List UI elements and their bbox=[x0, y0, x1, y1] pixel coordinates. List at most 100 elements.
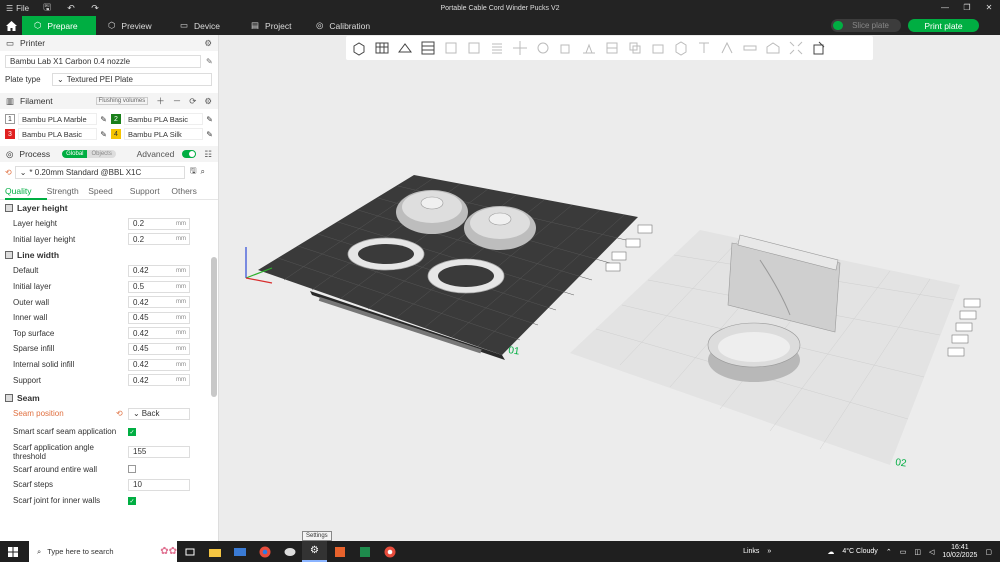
mesh-boolean-icon[interactable] bbox=[624, 38, 646, 58]
undo-icon[interactable]: ↶ bbox=[64, 2, 78, 14]
top-surface-input[interactable]: 0.42 mm bbox=[128, 327, 190, 340]
restore-icon[interactable]: ❐ bbox=[956, 0, 978, 16]
edit-filament-icon[interactable]: ✎ bbox=[100, 130, 107, 139]
filament-slot-4[interactable]: 4 Bambu PLA Silk ✎ bbox=[111, 128, 213, 140]
office-icon[interactable] bbox=[327, 541, 352, 562]
add-filament-icon[interactable]: ＋ bbox=[156, 95, 165, 107]
reset-seam-icon[interactable]: ⟲ bbox=[116, 409, 128, 418]
edit-printer-icon[interactable]: ✎ bbox=[206, 57, 213, 66]
settings-app-icon[interactable]: ⚙ bbox=[302, 541, 327, 562]
tab-support[interactable]: Support bbox=[130, 186, 172, 196]
process-list-icon[interactable]: ☷ bbox=[204, 149, 212, 160]
bambu-studio-icon[interactable] bbox=[277, 541, 302, 562]
internal-solid-infill-input[interactable]: 0.42 mm bbox=[128, 358, 190, 371]
winder-ring-1[interactable] bbox=[347, 237, 425, 271]
seam-paint-icon[interactable] bbox=[670, 38, 692, 58]
edit-filament-icon[interactable]: ✎ bbox=[206, 130, 213, 139]
flushing-volumes-button[interactable]: Flushing volumes bbox=[95, 97, 149, 105]
plate-01-lock-icon[interactable] bbox=[605, 262, 621, 272]
task-view-icon[interactable] bbox=[177, 541, 202, 562]
chevron-up-icon[interactable]: ⌃ bbox=[886, 548, 892, 556]
default-width-input[interactable]: 0.42 mm bbox=[128, 264, 190, 277]
winder-puck-2[interactable] bbox=[464, 206, 536, 250]
view-settings-icon[interactable] bbox=[808, 38, 830, 58]
redo-icon[interactable]: ↷ bbox=[88, 2, 102, 14]
global-toggle[interactable]: Global bbox=[62, 150, 88, 158]
taskbar-search[interactable]: ⌕ Type here to search ✿✿ bbox=[29, 541, 177, 562]
plate-02-close-icon[interactable] bbox=[963, 298, 981, 308]
plate-01-close-icon[interactable] bbox=[637, 224, 653, 234]
chrome-icon[interactable] bbox=[252, 541, 277, 562]
close-icon[interactable]: ✕ bbox=[978, 0, 1000, 16]
tab-others[interactable]: Others bbox=[171, 186, 213, 196]
tab-strength[interactable]: Strength bbox=[47, 186, 89, 196]
move-icon[interactable] bbox=[509, 38, 531, 58]
split-objects-icon[interactable] bbox=[440, 38, 462, 58]
support-paint-icon[interactable] bbox=[647, 38, 669, 58]
tab-project[interactable]: ▤ Project bbox=[239, 16, 304, 35]
initial-layer-width-input[interactable]: 0.5 mm bbox=[128, 280, 190, 293]
battery-icon[interactable]: ▭ bbox=[900, 548, 907, 556]
auto-orient-icon[interactable] bbox=[394, 38, 416, 58]
add-object-icon[interactable] bbox=[348, 38, 370, 58]
smart-scarf-checkbox[interactable]: ✓ bbox=[128, 427, 136, 436]
process-preset-select[interactable]: ⌄ * 0.20mm Standard @BBL X1C bbox=[14, 165, 185, 179]
plate-01-arrange-icon[interactable] bbox=[625, 238, 641, 248]
plate-02-orient-icon[interactable] bbox=[955, 322, 973, 332]
tab-preview[interactable]: ⬡ Preview bbox=[96, 16, 168, 35]
seam-position-select[interactable]: ⌄ Back bbox=[128, 407, 190, 420]
notification-icon[interactable]: ▢ bbox=[985, 548, 992, 556]
printer-select[interactable]: Bambu Lab X1 Carbon 0.4 nozzle bbox=[5, 54, 201, 68]
sync-filament-icon[interactable]: ⟳ bbox=[189, 96, 196, 107]
clock[interactable]: 16:41 10/02/2025 bbox=[942, 544, 977, 560]
weather-text[interactable]: 4°C Cloudy bbox=[842, 548, 877, 555]
plate-02-settings-icon[interactable] bbox=[947, 347, 965, 357]
chrome-profile-icon[interactable] bbox=[377, 541, 402, 562]
save-icon[interactable]: 🖫 bbox=[40, 2, 54, 14]
variable-layer-icon[interactable] bbox=[486, 38, 508, 58]
inner-wall-input[interactable]: 0.45 mm bbox=[128, 311, 190, 324]
support-width-input[interactable]: 0.42 mm bbox=[128, 374, 190, 387]
lay-on-face-icon[interactable] bbox=[578, 38, 600, 58]
chevron-right-icon[interactable]: » bbox=[767, 548, 771, 555]
save-preset-icon[interactable]: 🖫 bbox=[190, 165, 197, 179]
filament-slot-2[interactable]: 2 Bambu PLA Basic ✎ bbox=[111, 113, 213, 125]
filament-slot-1[interactable]: 1 Bambu PLA Marble ✎ bbox=[5, 113, 107, 125]
split-parts-icon[interactable] bbox=[463, 38, 485, 58]
scarf-steps-input[interactable]: 10 bbox=[128, 478, 190, 491]
volume-icon[interactable]: ◁ bbox=[929, 548, 934, 556]
printer-settings-icon[interactable]: ⚙ bbox=[204, 38, 212, 49]
remove-filament-icon[interactable]: － bbox=[173, 95, 182, 107]
file-menu[interactable]: ☰ File bbox=[0, 4, 35, 13]
arrange-icon[interactable] bbox=[417, 38, 439, 58]
plate-02-arrange-icon[interactable] bbox=[959, 310, 977, 320]
initial-layer-height-input[interactable]: 0.2 mm bbox=[128, 233, 190, 246]
assembly-icon[interactable] bbox=[762, 38, 784, 58]
print-plate-button[interactable]: Print plate bbox=[908, 19, 979, 32]
scale-icon[interactable] bbox=[555, 38, 577, 58]
excel-icon[interactable] bbox=[352, 541, 377, 562]
plate-02-lock-icon[interactable] bbox=[951, 334, 969, 344]
file-explorer-icon[interactable] bbox=[202, 541, 227, 562]
home-icon[interactable] bbox=[0, 16, 22, 35]
advanced-toggle[interactable] bbox=[182, 150, 197, 158]
cut-icon[interactable] bbox=[601, 38, 623, 58]
text-tool-icon[interactable] bbox=[693, 38, 715, 58]
sidebar-scrollbar[interactable] bbox=[211, 257, 217, 397]
fit-view-icon[interactable] bbox=[785, 38, 807, 58]
slice-plate-button[interactable]: Slice plate bbox=[831, 19, 901, 32]
scarf-inner-checkbox[interactable]: ✓ bbox=[128, 496, 136, 505]
build-plate-canvas[interactable]: 01 02 bbox=[220, 35, 1000, 541]
filament-slot-3[interactable]: 3 Bambu PLA Basic ✎ bbox=[5, 128, 107, 140]
tab-quality[interactable]: Quality bbox=[5, 182, 47, 200]
edit-filament-icon[interactable]: ✎ bbox=[100, 115, 107, 124]
svg-tool-icon[interactable] bbox=[716, 38, 738, 58]
rotate-icon[interactable] bbox=[532, 38, 554, 58]
winder-puck-1[interactable] bbox=[396, 190, 468, 234]
tab-speed[interactable]: Speed bbox=[88, 186, 130, 196]
reset-icon[interactable]: ⟲ bbox=[5, 168, 12, 177]
add-plate-icon[interactable] bbox=[371, 38, 393, 58]
search-icon[interactable]: ⌕ bbox=[201, 167, 205, 177]
scarf-around-checkbox[interactable] bbox=[128, 465, 136, 474]
winder-ring-2[interactable] bbox=[427, 258, 505, 294]
